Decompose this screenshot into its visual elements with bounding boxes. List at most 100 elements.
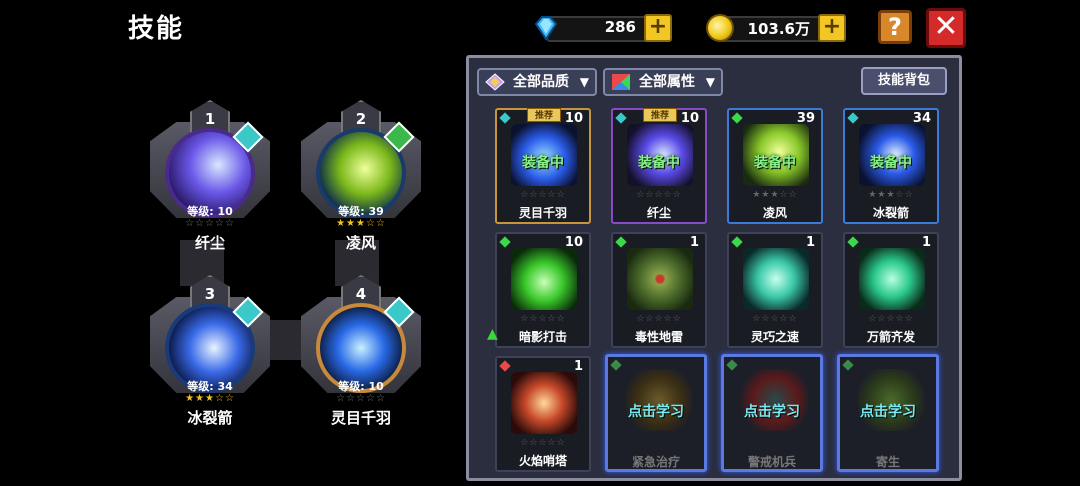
skill-bag-button[interactable]: 技能背包 [861, 67, 947, 95]
rarity-leaf-icon [731, 236, 743, 248]
tap-to-learn-label: 点击学习 [628, 404, 684, 420]
slot-level: 等级: 10 [187, 205, 233, 218]
skill-name: 毒性地雷 [634, 330, 683, 344]
add-gold-button[interactable]: + [818, 14, 846, 42]
skill-name: 火焰哨塔 [518, 454, 567, 468]
rarity-leaf-icon [610, 359, 622, 371]
skill-name: 警戒机兵 [747, 455, 796, 469]
skill-name: 灵巧之速 [750, 330, 799, 344]
slot-number: 2 [355, 110, 367, 128]
slot-level: 等级: 39 [338, 205, 384, 218]
guard-robot-skill-icon [742, 369, 808, 431]
rarity-diamond-icon [847, 112, 859, 124]
attribute-filter-dropdown[interactable]: 全部属性 ▼ [603, 68, 723, 96]
emergency-heal-skill-icon [626, 369, 692, 431]
skill-name: 暗影打击 [518, 330, 567, 344]
skill-card[interactable]: 1 ☆☆☆☆☆ 灵巧之速 [727, 232, 823, 348]
slot-stars: ★★★☆☆ [185, 393, 235, 404]
equipped-slot-1[interactable]: 1 等级: 10 ☆☆☆☆☆ 纤尘 [145, 100, 275, 252]
rarity-fire-icon [499, 360, 511, 372]
skill-count: 1 [805, 235, 815, 250]
skill-card[interactable]: 推荐 10 装备中 ☆☆☆☆☆ 纤尘 [611, 108, 707, 224]
skill-stars: ★★★☆☆ [752, 190, 798, 200]
rarity-leaf-icon [499, 236, 511, 248]
equipped-label: 装备中 [522, 155, 564, 171]
gold-value: 103.6万 [747, 20, 810, 38]
quality-filter-label: 全部品质 [513, 74, 569, 90]
skill-count: 1 [921, 235, 931, 250]
locked-skill-card[interactable]: 点击学习 紧急治疗 [605, 354, 707, 472]
rarity-leaf-icon [847, 236, 859, 248]
page-title: 技能 [128, 14, 185, 44]
slot-number: 4 [355, 285, 367, 303]
equipped-slot-2[interactable]: 2 等级: 39 ★★★☆☆ 凌风 [296, 100, 426, 252]
skill-list-panel: 全部品质 ▼ 全部属性 ▼ 技能背包 推荐 10 装备中 ☆☆☆☆☆ 灵目千羽 … [466, 55, 962, 481]
slot-level: 等级: 10 [338, 380, 384, 393]
skill-stars: ☆☆☆☆☆ [520, 438, 566, 448]
locked-skill-card[interactable]: 点击学习 寄生 [837, 354, 939, 472]
gold-counter: 103.6万 + [706, 12, 846, 44]
skill-stars: ★★★☆☆ [868, 190, 914, 200]
skill-stars: ☆☆☆☆☆ [636, 190, 682, 200]
close-button[interactable]: ✕ [926, 8, 966, 48]
rarity-leaf-icon [842, 359, 854, 371]
slot-level: 等级: 34 [187, 380, 233, 393]
slot-number: 3 [204, 285, 216, 303]
skill-card[interactable]: 1 ☆☆☆☆☆ 毒性地雷 [611, 232, 707, 348]
slot-name: 纤尘 [194, 234, 225, 252]
skill-count: 1 [689, 235, 699, 250]
poison-mine-skill-icon [627, 248, 693, 310]
tap-to-learn-label: 点击学习 [860, 404, 916, 420]
skill-name: 纤尘 [646, 206, 671, 220]
parasite-skill-icon [858, 369, 924, 431]
add-gems-button[interactable]: + [644, 14, 672, 42]
skill-name: 灵目千羽 [518, 206, 567, 220]
skill-stars: ☆☆☆☆☆ [752, 314, 798, 324]
skill-name: 冰裂箭 [872, 206, 909, 220]
chevron-down-icon: ▼ [705, 75, 715, 89]
skill-name: 凌风 [762, 206, 787, 220]
recommend-tag: 推荐 [643, 108, 677, 122]
skill-card[interactable]: 39 装备中 ★★★☆☆ 凌风 [727, 108, 823, 224]
slot-name: 冰裂箭 [187, 409, 233, 427]
attribute-filter-label: 全部属性 [639, 74, 695, 90]
equipped-label: 装备中 [754, 155, 796, 171]
rarity-leaf-icon [615, 236, 627, 248]
help-button[interactable]: ? [878, 10, 912, 44]
attribute-palette-icon [612, 74, 630, 90]
skill-name: 紧急治疗 [631, 455, 680, 469]
equipped-label: 装备中 [870, 155, 912, 171]
slot-stars: ☆☆☆☆☆ [336, 393, 386, 404]
equipped-slot-3[interactable]: 3 等级: 34 ★★★☆☆ 冰裂箭 [145, 275, 275, 427]
slot-name: 凌风 [345, 234, 376, 252]
skill-stars: ☆☆☆☆☆ [520, 314, 566, 324]
equipped-slot-4[interactable]: 4 等级: 10 ☆☆☆☆☆ 灵目千羽 [296, 275, 426, 427]
quality-gem-icon [485, 73, 505, 91]
slot-stars: ★★★☆☆ [336, 218, 386, 229]
skill-card[interactable]: 10 ☆☆☆☆☆ ▲ 暗影打击 [487, 232, 591, 348]
skill-card[interactable]: 34 装备中 ★★★☆☆ 冰裂箭 [843, 108, 939, 224]
locked-skill-card[interactable]: 点击学习 警戒机兵 [721, 354, 823, 472]
slot-stars: ☆☆☆☆☆ [185, 218, 235, 229]
skill-name: 万箭齐发 [866, 330, 915, 344]
slot-number: 1 [204, 110, 216, 128]
skill-card[interactable]: 1 ☆☆☆☆☆ 万箭齐发 [843, 232, 939, 348]
skill-name: 寄生 [875, 455, 900, 469]
arrow-volley-skill-icon [859, 248, 925, 310]
skill-count: 1 [573, 359, 583, 374]
gem-value: 286 [604, 18, 636, 36]
quality-filter-dropdown[interactable]: 全部品质 ▼ [477, 68, 597, 96]
skill-card[interactable]: 1 ☆☆☆☆☆ 火焰哨塔 [495, 356, 591, 472]
rarity-diamond-icon [499, 112, 511, 124]
gem-counter: 286 + [532, 12, 672, 44]
rarity-leaf-icon [731, 112, 743, 124]
rarity-leaf-icon [726, 359, 738, 371]
chevron-down-icon: ▼ [579, 75, 589, 89]
equipped-label: 装备中 [638, 155, 680, 171]
fire-tower-skill-icon [511, 372, 577, 434]
skill-card[interactable]: 推荐 10 装备中 ☆☆☆☆☆ 灵目千羽 [495, 108, 591, 224]
rarity-diamond-icon [615, 112, 627, 124]
coin-icon [706, 14, 734, 42]
recommend-tag: 推荐 [527, 108, 561, 122]
agile-speed-skill-icon [743, 248, 809, 310]
